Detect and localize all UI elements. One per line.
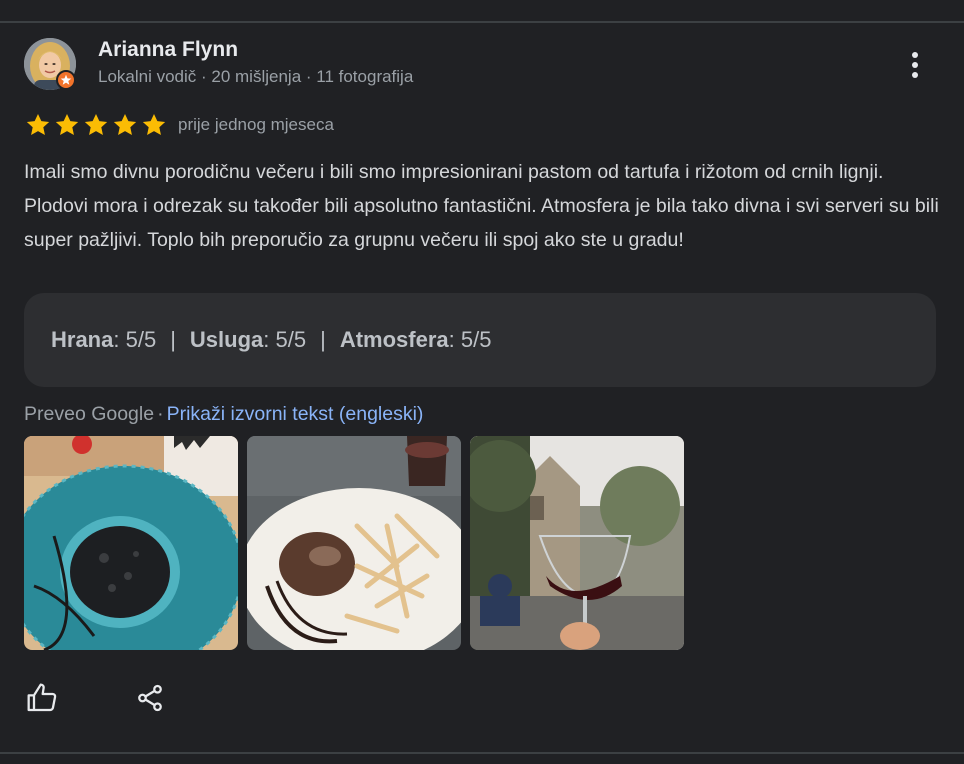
show-original-link[interactable]: Prikaži izvorni tekst (engleski) <box>167 403 424 425</box>
reviewer-meta: Lokalni vodič · 20 mišljenja · 11 fotogr… <box>98 67 414 86</box>
star-rating <box>24 112 168 138</box>
dot-separator: · <box>157 403 164 425</box>
local-guide-badge-icon <box>56 70 76 90</box>
review-text: Imali smo divnu porodičnu večeru i bili … <box>24 161 939 251</box>
review-photo-steak-pasta[interactable] <box>247 436 461 650</box>
aspect-rating-service: Usluga: 5/5 <box>189 327 307 352</box>
review-photos <box>24 436 684 650</box>
aspect-rating-food: Hrana: 5/5 <box>51 327 157 352</box>
review-actions <box>24 680 168 716</box>
star-icon <box>84 113 108 135</box>
translated-by-label: Preveo Google <box>24 403 155 425</box>
separator: | <box>320 327 326 352</box>
reviewer-name[interactable]: Arianna Flynn <box>98 38 238 62</box>
aspect-ratings-panel: Hrana: 5/5 | Usluga: 5/5 | Atmosfera: 5/… <box>24 293 936 387</box>
aspect-rating-atmosphere: Atmosfera: 5/5 <box>339 327 492 352</box>
review-date: prije jednog mjeseca <box>178 115 334 134</box>
share-button[interactable] <box>132 680 168 716</box>
star-icon <box>55 113 79 135</box>
rating-row: prije jednog mjeseca <box>24 112 334 138</box>
more-options-button[interactable] <box>900 47 930 83</box>
top-divider <box>0 21 964 23</box>
review-photo-wine-terrace[interactable] <box>470 436 684 650</box>
bottom-divider <box>0 752 964 754</box>
reviewer-avatar[interactable] <box>24 38 76 90</box>
translation-row: Preveo Google · Prikaži izvorni tekst (eng… <box>24 403 423 426</box>
more-vert-icon <box>912 52 918 78</box>
star-icon <box>113 113 137 135</box>
star-icon <box>142 113 166 135</box>
thumb-up-icon <box>27 683 57 712</box>
like-button[interactable] <box>24 680 60 716</box>
share-icon <box>138 684 162 712</box>
star-icon <box>26 113 50 135</box>
separator: | <box>170 327 176 352</box>
review-photo-risotto[interactable] <box>24 436 238 650</box>
